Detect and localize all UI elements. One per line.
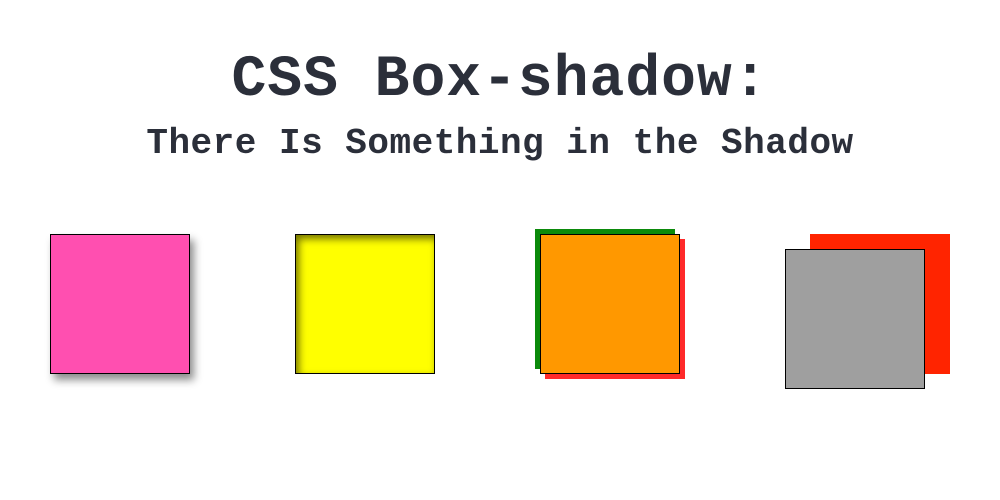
box-gray-offset-group <box>785 234 950 389</box>
box-pink-drop-shadow <box>50 234 190 374</box>
page-title: CSS Box-shadow: <box>231 48 768 113</box>
page-subtitle: There Is Something in the Shadow <box>146 123 853 164</box>
page-container: CSS Box-shadow: There Is Something in th… <box>0 0 1000 500</box>
box-orange-multi-shadow <box>540 234 680 374</box>
box-yellow-inset-shadow <box>295 234 435 374</box>
boxes-row <box>50 234 950 389</box>
box-gray-front-layer <box>785 249 925 389</box>
